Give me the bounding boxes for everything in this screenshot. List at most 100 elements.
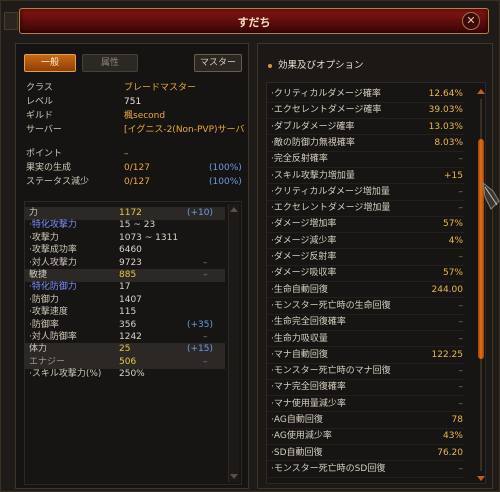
- option-label: ·スキル攻撃力増加量: [271, 170, 355, 181]
- options-heading: 効果及びオプション: [268, 57, 364, 71]
- option-value: –: [458, 154, 464, 165]
- option-row: ·生命完全回復確率 –: [267, 315, 465, 331]
- option-label: ·マナ自動回復: [271, 349, 328, 360]
- option-label: ·生命完全回復確率: [271, 317, 346, 328]
- option-label: ·クリティカルダメージ増加量: [271, 186, 390, 197]
- point-row: ステータス減少 0/127 (100%): [26, 176, 248, 188]
- stat-label: 力: [29, 208, 39, 218]
- stat-label: 敏捷: [29, 270, 48, 280]
- stat-label: ·防御率: [29, 319, 59, 330]
- option-label: ·マナ完全回復確率: [271, 382, 346, 393]
- option-value: 244.00: [431, 284, 464, 295]
- stat-row: ·特化防御力 17: [25, 281, 225, 294]
- stat-label: ·スキル攻撃力(%): [29, 369, 102, 380]
- stat-row: ·特化攻撃力 15 ~ 23: [25, 219, 225, 232]
- option-row: ·エクセレントダメージ確率 39.03%: [267, 103, 465, 120]
- stat-row[interactable]: 体力 25 (+15): [25, 343, 225, 357]
- option-label: ·生命力吸収量: [271, 333, 328, 344]
- option-row: ·ダメージ減少率 4%: [267, 234, 465, 250]
- info-label: クラス: [26, 83, 53, 93]
- stat-value: 356: [119, 319, 137, 330]
- info-row: サーバー [イグニス-2(Non-PVP)サーバ: [26, 124, 248, 136]
- title-bar[interactable]: すだち ✕: [19, 8, 489, 34]
- stat-bonus: (+35): [187, 319, 214, 330]
- options-list: ·クリティカルダメージ確率 12.64% ·エクセレントダメージ確率 39.03% ·ダ…: [266, 82, 486, 484]
- scroll-down-icon[interactable]: [477, 476, 485, 481]
- stat-value: 1073 ~ 1311: [119, 232, 179, 243]
- option-row: ·マナ自動回復 122.25: [267, 348, 465, 364]
- stat-label: ·防御力: [29, 294, 59, 305]
- scroll-up-icon[interactable]: [230, 207, 238, 212]
- option-row: ·スキル攻撃力増加量 +15: [267, 169, 465, 185]
- option-value: 39.03%: [428, 105, 463, 116]
- stat-value: 1242: [119, 332, 142, 342]
- option-row: ·完全反射確率 –: [267, 152, 465, 168]
- option-row: ·生命自動回復 244.00: [267, 283, 465, 299]
- stat-label: 体力: [29, 344, 48, 355]
- option-value: 57%: [442, 268, 463, 279]
- option-row: ·生命力吸収量 –: [267, 332, 465, 348]
- stat-label: ·対人攻撃力: [29, 257, 77, 268]
- option-row: ·モンスター死亡時のSD回復 –: [267, 462, 465, 478]
- option-value: –: [458, 300, 464, 311]
- info-row: ギルド 楓second: [26, 110, 248, 122]
- stat-dash: –: [203, 332, 208, 342]
- info-value: 751: [124, 97, 142, 107]
- point-label: ステータス減少: [26, 177, 90, 187]
- stats-scrollbar[interactable]: [228, 204, 239, 482]
- stat-row: ·攻撃速度 115: [25, 306, 225, 319]
- master-button[interactable]: マスター: [194, 54, 242, 72]
- scroll-up-icon[interactable]: [477, 89, 485, 94]
- stat-value: 250%: [119, 369, 145, 380]
- stat-row[interactable]: 力 1172 (+10): [25, 207, 225, 220]
- info-label: ギルド: [26, 111, 54, 121]
- scroll-down-icon[interactable]: [230, 474, 238, 479]
- stat-value: 885: [119, 270, 137, 280]
- stat-row[interactable]: エナジー 506 –: [25, 355, 225, 369]
- info-row: レベル 751: [26, 96, 248, 108]
- stat-bonus: (+10): [187, 208, 214, 218]
- tab-attribute[interactable]: 属性: [82, 54, 138, 72]
- option-value: –: [458, 252, 464, 262]
- option-row: ·AG使用減少率 43%: [267, 429, 465, 446]
- tab-general[interactable]: 一般: [24, 54, 76, 72]
- info-value: ブレードマスター: [124, 83, 197, 93]
- stat-value: 25: [119, 344, 131, 355]
- option-label: ·ダメージ反射率: [271, 252, 337, 262]
- option-label: ·ダメージ増加率: [271, 219, 337, 230]
- stat-label: ·攻撃力: [29, 232, 59, 243]
- stat-row: ·防御率 356 (+35): [25, 319, 225, 332]
- stat-value: 9723: [119, 257, 142, 268]
- option-value: –: [458, 186, 464, 197]
- option-value: 8.03%: [434, 137, 463, 148]
- stat-row[interactable]: 敏捷 885 –: [25, 269, 225, 282]
- option-label: ·ダメージ減少率: [271, 235, 337, 246]
- option-row: ·ダブルダメージ確率 13.03%: [267, 120, 465, 136]
- option-label: ·モンスター死亡時のSD回復: [271, 463, 386, 474]
- option-label: ·エクセレントダメージ増加量: [271, 203, 391, 214]
- info-label: サーバー: [26, 125, 62, 135]
- stat-value: 17: [119, 282, 131, 293]
- option-value: –: [458, 382, 464, 393]
- stat-bonus: (+15): [187, 344, 214, 355]
- option-row: ·敵の防御力無視確率 8.03%: [267, 136, 465, 152]
- option-value: 76.20: [437, 447, 463, 458]
- close-icon[interactable]: ✕: [462, 12, 480, 30]
- options-scrollbar[interactable]: [477, 89, 485, 481]
- option-value: 122.25: [431, 349, 464, 360]
- info-label: レベル: [26, 97, 54, 107]
- option-value: 57%: [442, 219, 463, 230]
- option-value: –: [458, 463, 464, 474]
- stat-row: ·攻撃成功率 6460: [25, 244, 225, 257]
- left-panel: 一般 属性 マスター クラス ブレードマスターレベル 751 ギルド 楓second サー…: [15, 43, 249, 489]
- stat-label: ·特化攻撃力: [29, 220, 77, 231]
- option-value: 13.03%: [428, 121, 463, 132]
- option-label: ·マナ使用量減少率: [271, 398, 346, 409]
- option-label: ·SD自動回復: [271, 447, 323, 458]
- info-value: [イグニス-2(Non-PVP)サーバ: [124, 125, 245, 135]
- window-edge-ornament: [4, 12, 18, 30]
- option-row: ·クリティカルダメージ増加量 –: [267, 185, 465, 201]
- option-label: ·モンスター死亡時の生命回復: [271, 300, 391, 311]
- scroll-thumb[interactable]: [478, 139, 484, 359]
- option-row: ·ダメージ吸収率 57%: [267, 266, 465, 283]
